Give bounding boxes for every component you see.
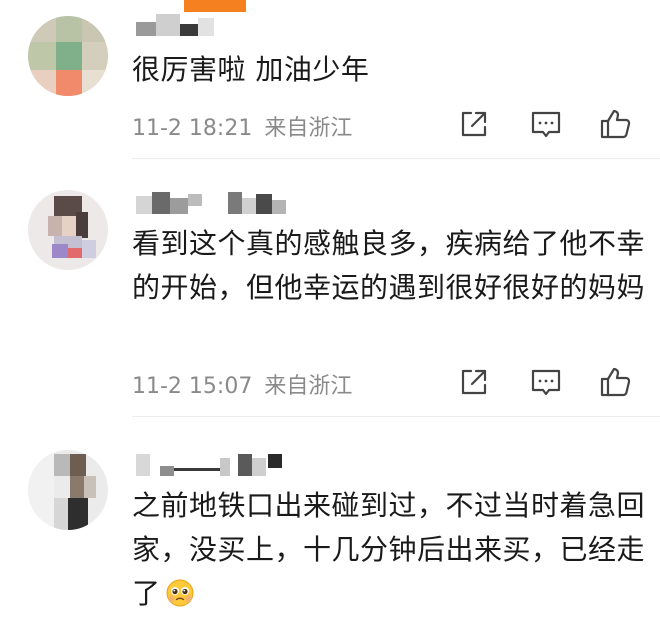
- username-redacted[interactable]: [136, 454, 296, 476]
- comment-meta: 11-2 18:21 来自浙江: [132, 110, 352, 142]
- like-icon[interactable]: [598, 106, 634, 142]
- comment-meta: 11-2 15:07 来自浙江: [132, 368, 352, 400]
- comment-actions: [456, 364, 636, 400]
- comment-time: 11-2 18:21: [132, 116, 253, 141]
- comment-location: 来自浙江: [264, 116, 353, 141]
- comment-text: 看到这个真的感触良多，疾病给了他不幸的开始，但他幸运的遇到很好很好的妈妈: [132, 227, 646, 304]
- comment-actions: [456, 106, 636, 142]
- comment-icon[interactable]: [528, 364, 564, 400]
- comment-text: 之前地铁口出来碰到过，不过当时着急回家，没买上，十几分钟后出来买，已经走了: [132, 484, 652, 616]
- comment-time: 11-2 15:07: [132, 374, 253, 399]
- comment-1: 很厉害啦 加油少年 11-2 18:21 来自浙江: [0, 0, 660, 160]
- comment-text-content: 之前地铁口出来碰到过，不过当时着急回家，没买上，十几分钟后出来买，已经走了: [132, 489, 646, 610]
- share-icon[interactable]: [456, 106, 492, 142]
- divider: [132, 158, 660, 159]
- like-icon[interactable]: [598, 364, 634, 400]
- comment-text: 很厉害啦 加油少年: [132, 53, 370, 86]
- avatar[interactable]: [28, 450, 108, 530]
- pleading-face-emoji: [166, 579, 194, 607]
- comment-location: 来自浙江: [264, 374, 353, 399]
- share-icon[interactable]: [456, 364, 492, 400]
- divider: [132, 416, 660, 417]
- comment-icon[interactable]: [528, 106, 564, 142]
- comment-3: 之前地铁口出来碰到过，不过当时着急回家，没买上，十几分钟后出来买，已经走了: [0, 418, 660, 626]
- username-redacted[interactable]: [136, 14, 256, 36]
- avatar[interactable]: [28, 16, 108, 96]
- avatar[interactable]: [28, 190, 108, 270]
- comment-2: 看到这个真的感触良多，疾病给了他不幸的开始，但他幸运的遇到很好很好的妈妈 11-…: [0, 160, 660, 418]
- username-redacted[interactable]: [136, 192, 296, 214]
